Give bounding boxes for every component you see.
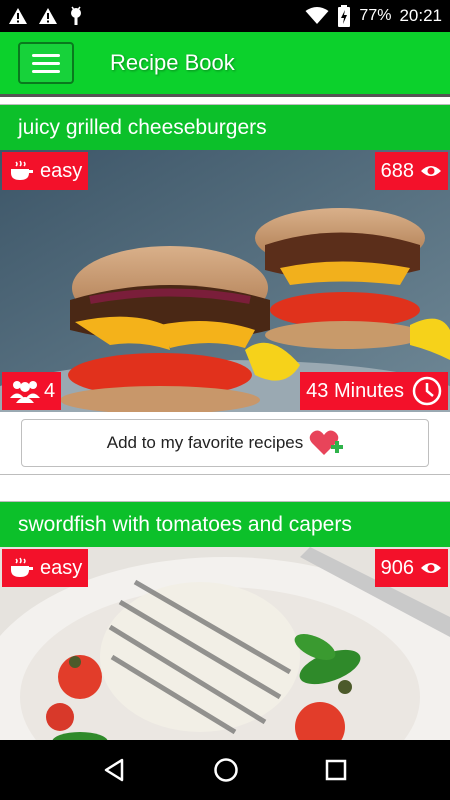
cooking-pot-icon bbox=[11, 160, 33, 180]
android-debug-icon bbox=[71, 6, 81, 25]
add-to-favorites-button[interactable]: Add to my favorite recipes bbox=[21, 419, 429, 467]
views-count: 688 bbox=[380, 159, 414, 182]
eye-icon bbox=[421, 563, 441, 573]
clock-icon bbox=[412, 376, 442, 406]
eye-icon bbox=[421, 166, 441, 176]
recipe-card[interactable]: juicy grilled cheeseburgers easy 688 4 4… bbox=[0, 104, 450, 475]
servings-badge: 4 bbox=[2, 372, 62, 410]
difficulty-badge: easy bbox=[2, 152, 89, 190]
hamburger-icon-line bbox=[32, 69, 60, 73]
home-icon[interactable] bbox=[213, 757, 239, 783]
recipe-photo[interactable]: easy 688 4 43 Minutes bbox=[0, 150, 450, 412]
warning-icon bbox=[39, 8, 57, 24]
difficulty-badge: easy bbox=[2, 549, 89, 587]
recipe-card[interactable]: swordfish with tomatoes and capers easy … bbox=[0, 501, 450, 740]
recipe-title[interactable]: swordfish with tomatoes and capers bbox=[0, 501, 450, 547]
heart-plus-icon bbox=[309, 430, 344, 455]
favorite-button-label: Add to my favorite recipes bbox=[106, 433, 304, 452]
difficulty-label: easy bbox=[40, 556, 83, 579]
status-bar: 77% 20:21 bbox=[0, 0, 450, 32]
time-badge: 43 Minutes bbox=[300, 372, 448, 410]
wifi-icon bbox=[305, 7, 329, 24]
recipe-title[interactable]: juicy grilled cheeseburgers bbox=[0, 104, 450, 150]
servings-count: 4 bbox=[44, 379, 56, 402]
divider bbox=[0, 94, 450, 97]
hamburger-icon-line bbox=[32, 53, 60, 57]
hamburger-icon-line bbox=[32, 61, 60, 65]
menu-button[interactable] bbox=[18, 42, 74, 84]
cook-time: 43 Minutes bbox=[306, 379, 404, 402]
battery-charging-icon bbox=[338, 5, 351, 27]
battery-percent: 77% bbox=[359, 7, 392, 24]
recipe-photo[interactable]: easy 906 bbox=[0, 547, 450, 740]
app-bar: Recipe Book bbox=[0, 32, 450, 94]
recents-icon[interactable] bbox=[324, 758, 348, 782]
system-nav-bar bbox=[0, 740, 450, 800]
warning-icon bbox=[9, 8, 27, 24]
views-count: 906 bbox=[380, 556, 414, 579]
recipe-list[interactable]: juicy grilled cheeseburgers easy 688 4 4… bbox=[0, 94, 450, 740]
cooking-pot-icon bbox=[11, 557, 33, 577]
difficulty-label: easy bbox=[40, 159, 83, 182]
views-badge: 906 bbox=[374, 549, 448, 587]
clock: 20:21 bbox=[399, 6, 442, 25]
people-group-icon bbox=[10, 381, 40, 403]
views-badge: 688 bbox=[374, 152, 448, 190]
favorite-row: Add to my favorite recipes bbox=[0, 412, 450, 474]
back-icon[interactable] bbox=[102, 757, 128, 783]
app-title: Recipe Book bbox=[110, 50, 235, 75]
